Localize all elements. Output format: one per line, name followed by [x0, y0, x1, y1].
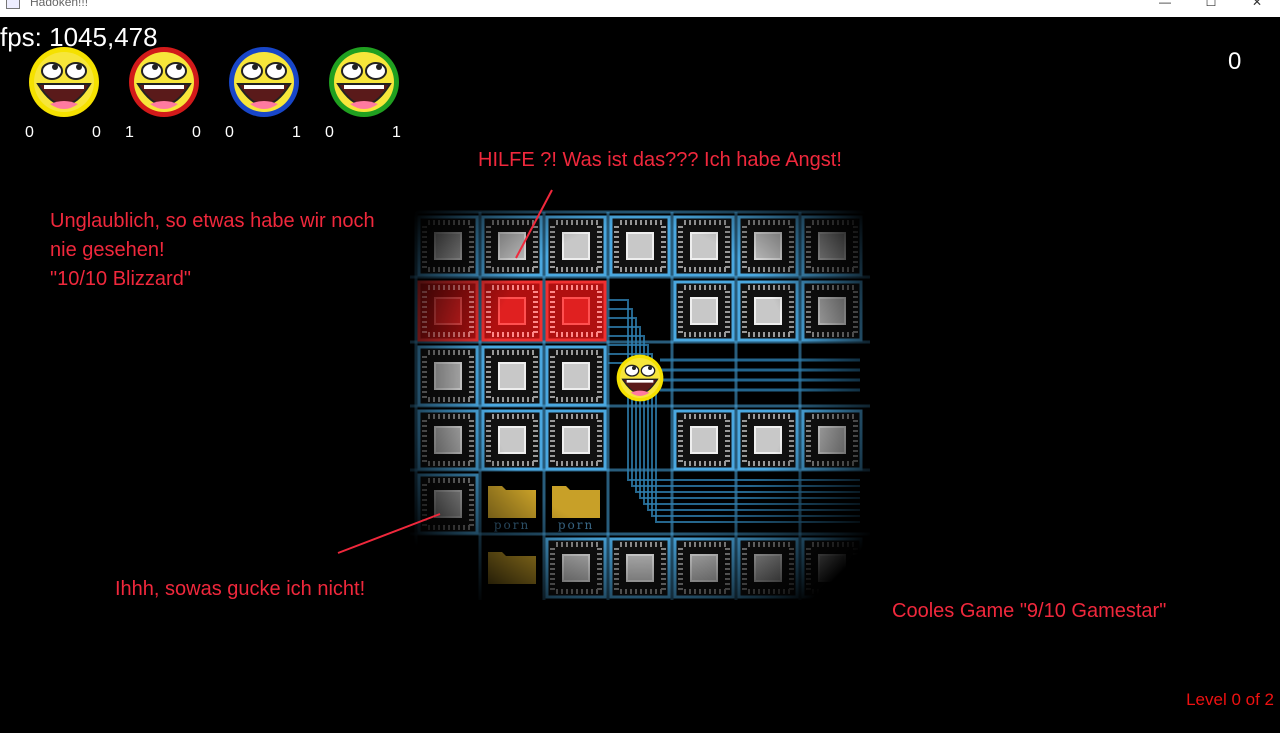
player-3-stat-left: 0 [225, 124, 234, 141]
face-pupil [52, 64, 58, 70]
player-2-stat-right: 0 [192, 124, 201, 141]
player-1-stat-right: 0 [92, 124, 101, 141]
annotation-unglaublich: Unglaublich, so etwas habe wir noch nie … [50, 210, 375, 290]
level-indicator: Level 0 of 2 [1186, 690, 1274, 709]
annotation-ihhh: Ihhh, sowas gucke ich nicht! [115, 578, 366, 600]
player-2-avatar [129, 47, 199, 117]
player-1-stat-left: 0 [25, 124, 34, 141]
annotation-hilfe: HILFE ?! Was ist das??? Ich habe Angst! [478, 149, 842, 171]
player-4-avatar [329, 47, 399, 117]
player-1-avatar [29, 47, 99, 117]
annotation-cooles: Cooles Game "9/10 Gamestar" [892, 600, 1167, 622]
player-4-stat-left: 0 [325, 124, 334, 141]
player-4-stat-right: 1 [392, 124, 401, 141]
face-pupil [76, 64, 82, 70]
face-eye [141, 62, 163, 80]
player-2-stat-left: 1 [125, 124, 134, 141]
face-eye [265, 62, 287, 80]
face-pupil [252, 64, 258, 70]
face-eye [365, 62, 387, 80]
face-eye [341, 62, 363, 80]
player-3-stat-right: 1 [292, 124, 301, 141]
face-eye [241, 62, 263, 80]
face-pupil [152, 64, 158, 70]
face-eye [165, 62, 187, 80]
face-eye [41, 62, 63, 80]
score-display: 0 [1228, 48, 1242, 75]
face-pupil [376, 64, 382, 70]
player-3-avatar [229, 47, 299, 117]
face-pupil [176, 64, 182, 70]
face-pupil [276, 64, 282, 70]
face-pupil [352, 64, 358, 70]
face-eye [65, 62, 87, 80]
